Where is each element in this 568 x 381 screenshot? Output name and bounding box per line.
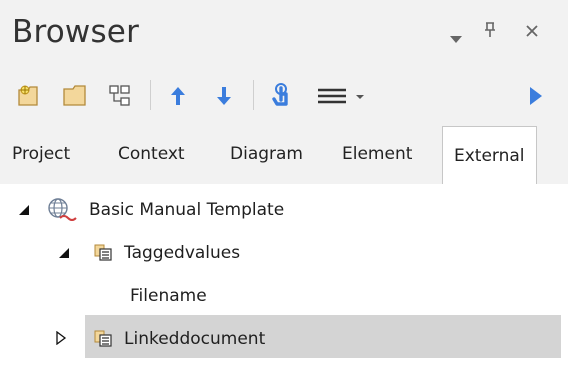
panel-title-bar: Browser bbox=[0, 0, 568, 72]
tab-external[interactable]: External bbox=[442, 126, 537, 184]
browser-tree: Basic Manual Template Taggedvalues Filen… bbox=[0, 184, 568, 381]
panel-options-dropdown[interactable] bbox=[450, 29, 462, 49]
new-package-icon bbox=[18, 85, 38, 106]
browser-tabs: Project Context Diagram Element External bbox=[0, 126, 568, 184]
menu-icon bbox=[318, 88, 364, 104]
new-package-button[interactable] bbox=[14, 72, 50, 120]
tree-node-label: Taggedvalues bbox=[124, 243, 241, 263]
tab-diagram[interactable]: Diagram bbox=[230, 144, 303, 164]
pin-button[interactable] bbox=[483, 22, 497, 42]
move-down-button[interactable] bbox=[206, 72, 242, 120]
browser-toolbar bbox=[0, 72, 568, 120]
package-icon bbox=[94, 330, 112, 347]
run-button[interactable] bbox=[518, 72, 554, 120]
pin-icon bbox=[485, 22, 495, 37]
tab-context[interactable]: Context bbox=[118, 144, 185, 164]
touch-button[interactable] bbox=[264, 72, 300, 120]
tree-node-taggedvalues[interactable]: Taggedvalues bbox=[0, 231, 568, 274]
panel-title: Browser bbox=[12, 14, 140, 50]
toolbar-separator bbox=[150, 80, 151, 110]
touch-icon bbox=[272, 83, 288, 106]
new-folder-icon bbox=[63, 85, 86, 106]
move-down-icon bbox=[217, 87, 231, 105]
new-folder-button[interactable] bbox=[58, 72, 94, 120]
close-icon bbox=[526, 25, 538, 37]
toolbar-separator bbox=[253, 80, 254, 110]
collapsed-arrow-icon bbox=[56, 331, 67, 345]
close-button[interactable] bbox=[525, 21, 539, 43]
tree-node-basic-manual-template[interactable]: Basic Manual Template bbox=[0, 188, 568, 231]
tab-element[interactable]: Element bbox=[342, 144, 412, 164]
tree-node-label: Filename bbox=[130, 286, 207, 306]
expanded-arrow-icon bbox=[19, 205, 29, 215]
tree-node-label: Basic Manual Template bbox=[89, 200, 285, 220]
move-up-button[interactable] bbox=[160, 72, 196, 120]
expanded-arrow-icon bbox=[59, 248, 69, 258]
tree-node-linkeddocument[interactable]: Linkeddocument bbox=[0, 317, 568, 360]
menu-dropdown-button[interactable] bbox=[310, 72, 374, 120]
tab-project[interactable]: Project bbox=[12, 144, 70, 164]
new-diagram-icon bbox=[109, 85, 130, 106]
globe-link-icon bbox=[48, 198, 77, 221]
new-diagram-button[interactable] bbox=[102, 72, 138, 120]
package-icon bbox=[94, 244, 112, 261]
move-up-icon bbox=[171, 87, 185, 105]
chevron-down-icon bbox=[450, 36, 462, 43]
tree-node-label: Linkeddocument bbox=[124, 329, 266, 349]
run-icon bbox=[530, 87, 542, 105]
tree-node-filename[interactable]: Filename bbox=[0, 274, 568, 317]
